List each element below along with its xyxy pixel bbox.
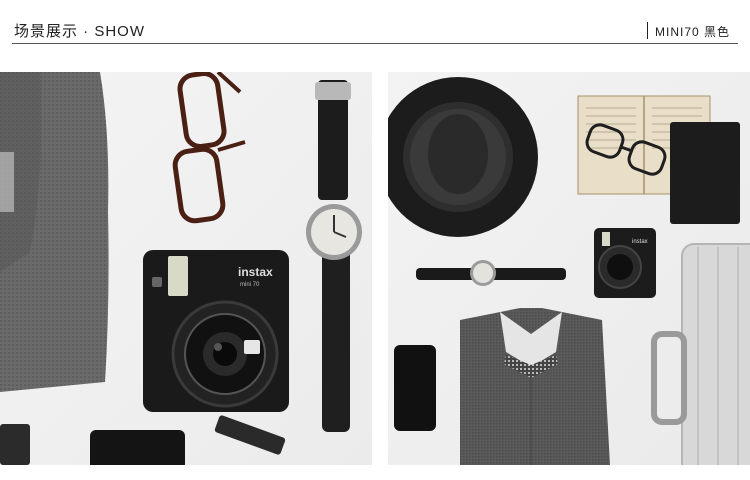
sweater bbox=[0, 72, 109, 392]
folded-shirt bbox=[460, 308, 610, 465]
header-divider bbox=[647, 22, 648, 39]
instax-camera: instax bbox=[594, 228, 656, 298]
model-label: MINI70 黑色 bbox=[654, 25, 730, 39]
section-title: 场景展示 · SHOW bbox=[14, 23, 145, 40]
camera-brand-text: instax bbox=[632, 239, 648, 245]
wallet bbox=[0, 424, 30, 465]
scene-right-illustration: instax bbox=[388, 72, 750, 465]
camera-model-text: mini 70 bbox=[240, 282, 260, 288]
phone bbox=[90, 430, 185, 465]
notebook bbox=[670, 122, 740, 224]
scene-left-illustration: instax mini 70 bbox=[0, 72, 372, 465]
camera-brand-text: instax bbox=[238, 265, 273, 279]
phone bbox=[394, 345, 436, 431]
scene-photo-right: instax bbox=[388, 72, 750, 465]
scene-photo-left: instax mini 70 bbox=[0, 72, 372, 465]
header-underline bbox=[12, 43, 738, 44]
header: 场景展示 · SHOW MINI70 黑色 bbox=[0, 0, 750, 46]
instax-camera: instax mini 70 bbox=[143, 250, 289, 412]
